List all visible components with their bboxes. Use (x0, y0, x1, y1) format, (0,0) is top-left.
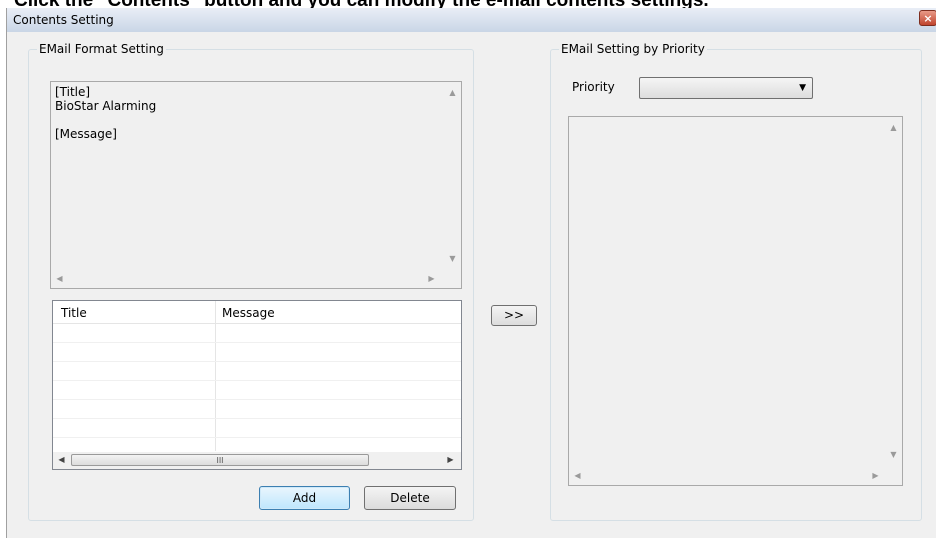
window-title: Contents Setting (13, 13, 114, 27)
list-header: Title Message (53, 301, 461, 324)
contents-setting-dialog: Contents Setting × EMail Format Setting … (6, 8, 936, 538)
priority-horizontal-scrollbar[interactable]: ◀ ▶ (569, 468, 885, 485)
scroll-right-icon[interactable]: ▶ (442, 455, 459, 465)
email-priority-caption: EMail Setting by Priority (559, 42, 707, 56)
scroll-grip: III (216, 456, 224, 465)
scroll-right-icon[interactable]: ▶ (423, 274, 440, 284)
priority-select[interactable]: ▼ (639, 77, 813, 99)
transfer-button[interactable]: >> (491, 305, 537, 326)
preview-horizontal-scrollbar[interactable]: ◀ ▶ (51, 271, 444, 288)
column-message[interactable]: Message (222, 306, 275, 320)
priority-content-textbox[interactable]: ▲ ▼ ◀ ▶ (568, 116, 903, 486)
table-row (53, 343, 461, 362)
table-row (53, 362, 461, 381)
email-preview-textbox[interactable]: [Title] BioStar Alarming [Message] ▲ ▼ ◀… (50, 81, 462, 289)
delete-button[interactable]: Delete (364, 486, 456, 510)
format-list[interactable]: Title Message ◀ III ▶ (52, 300, 462, 470)
scroll-left-icon[interactable]: ◀ (51, 274, 68, 284)
scroll-up-icon[interactable]: ▲ (444, 88, 461, 98)
scroll-thumb[interactable]: III (71, 454, 369, 466)
close-button[interactable]: × (919, 10, 936, 26)
scroll-down-icon[interactable]: ▼ (885, 450, 902, 460)
table-row (53, 324, 461, 343)
table-row (53, 400, 461, 419)
table-row (53, 419, 461, 438)
scroll-up-icon[interactable]: ▲ (885, 123, 902, 133)
scrollbar-corner (885, 468, 902, 485)
table-row (53, 381, 461, 400)
scroll-left-icon[interactable]: ◀ (569, 471, 586, 481)
scrollbar-corner (444, 271, 461, 288)
email-format-caption: EMail Format Setting (37, 42, 166, 56)
list-horizontal-scrollbar[interactable]: ◀ III ▶ (53, 452, 461, 469)
scroll-right-icon[interactable]: ▶ (867, 471, 884, 481)
add-button[interactable]: Add (259, 486, 350, 510)
chevron-down-icon: ▼ (799, 83, 806, 93)
email-preview-text: [Title] BioStar Alarming [Message] (55, 85, 157, 141)
scroll-left-icon[interactable]: ◀ (53, 455, 70, 465)
preview-vertical-scrollbar[interactable]: ▲ ▼ (444, 82, 461, 271)
priority-vertical-scrollbar[interactable]: ▲ ▼ (885, 117, 902, 468)
scroll-down-icon[interactable]: ▼ (444, 254, 461, 264)
priority-label: Priority (572, 80, 615, 94)
title-bar: Contents Setting × (7, 8, 936, 32)
column-title[interactable]: Title (61, 306, 87, 320)
